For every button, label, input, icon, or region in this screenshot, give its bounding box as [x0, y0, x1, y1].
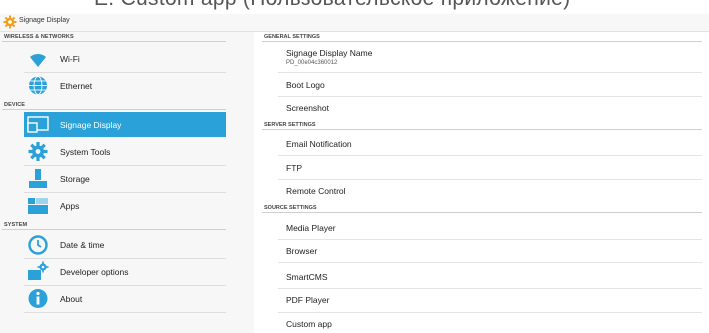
wifi-icon [30, 53, 46, 67]
app-title: Signage Display [19, 17, 70, 24]
custom-app-label: Custom app [286, 319, 332, 329]
divider [24, 312, 226, 313]
sidebar-item-apps[interactable]: Apps [24, 193, 226, 218]
boot-logo-label: Boot Logo [286, 80, 325, 90]
boot-logo-item[interactable]: Boot Logo [286, 80, 686, 90]
divider [278, 179, 702, 180]
sidebar: WIRELESS & NETWORKS Wi-Fi Ethernet DEVIC… [0, 32, 254, 333]
pdf-player-label: PDF Player [286, 295, 330, 305]
divider [278, 96, 702, 97]
sidebar-item-system-tools[interactable]: System Tools [24, 139, 226, 164]
sidebar-item-label: Storage [60, 174, 90, 184]
section-header-system: SYSTEM [4, 222, 28, 228]
sidebar-item-ethernet[interactable]: Ethernet [24, 73, 226, 98]
info-icon [28, 289, 48, 308]
sidebar-item-wifi[interactable]: Wi-Fi [24, 46, 226, 71]
sidebar-item-label: System Tools [60, 147, 111, 157]
sidebar-item-developer-options[interactable]: Developer options [24, 259, 226, 284]
clock-icon [28, 235, 48, 255]
pdf-player-item[interactable]: PDF Player [286, 295, 686, 305]
smartcms-label: SmartCMS [286, 272, 328, 282]
sidebar-item-signage-display[interactable]: Signage Display [24, 112, 226, 137]
remote-control-label: Remote Control [286, 186, 346, 196]
divider [2, 229, 226, 230]
section-header-general: GENERAL SETTINGS [264, 34, 320, 40]
section-header-device: DEVICE [4, 102, 26, 108]
top-caption-text: E. Custom app (Пользовательское приложен… [94, 0, 570, 11]
divider [262, 41, 702, 42]
smartcms-item[interactable]: SmartCMS [286, 272, 686, 282]
divider [278, 72, 702, 73]
sidebar-item-label: Developer options [60, 267, 129, 277]
gear-icon [28, 142, 48, 161]
display-icon [27, 116, 49, 133]
sidebar-item-label: Ethernet [60, 81, 93, 91]
sidebar-item-label: Signage Display [60, 120, 122, 130]
divider [2, 109, 226, 110]
media-player-label: Media Player [286, 223, 336, 233]
email-notification-item[interactable]: Email Notification [286, 139, 686, 149]
browser-item[interactable]: Browser [286, 246, 686, 256]
gear-icon [3, 15, 17, 29]
top-caption: E. Custom app (Пользовательское приложен… [0, 0, 709, 14]
signage-display-name-value: PD_00e04c360012 [286, 60, 338, 66]
divider [278, 239, 702, 240]
remote-control-item[interactable]: Remote Control [286, 186, 686, 196]
ftp-label: FTP [286, 163, 303, 173]
sidebar-item-label: Wi-Fi [60, 54, 80, 64]
divider [278, 262, 702, 263]
divider [278, 312, 702, 313]
sidebar-item-about[interactable]: About [24, 286, 226, 311]
section-header-source: SOURCE SETTINGS [264, 205, 317, 211]
divider [2, 41, 226, 42]
ethernet-icon [29, 76, 47, 95]
divider [262, 129, 702, 130]
browser-label: Browser [286, 246, 318, 256]
storage-icon [29, 169, 47, 188]
section-header-wireless: WIRELESS & NETWORKS [4, 34, 74, 40]
section-header-server: SERVER SETTINGS [264, 122, 316, 128]
divider [278, 155, 702, 156]
email-notification-label: Email Notification [286, 139, 352, 149]
sidebar-item-label: Date & time [60, 240, 105, 250]
ftp-item[interactable]: FTP [286, 163, 686, 173]
apps-icon [28, 198, 48, 214]
settings-panel: GENERAL SETTINGS Signage Display Name PD… [254, 32, 709, 333]
signage-display-name-title: Signage Display Name [286, 48, 373, 58]
sidebar-item-storage[interactable]: Storage [24, 166, 226, 191]
sidebar-item-label: Apps [60, 201, 80, 211]
sidebar-item-date-time[interactable]: Date & time [24, 232, 226, 257]
screenshot-label: Screenshot [286, 103, 329, 113]
title-bar: Signage Display [0, 14, 709, 32]
divider [278, 288, 702, 289]
signage-display-name-item[interactable]: Signage Display Name PD_00e04c360012 [286, 48, 686, 66]
media-player-item[interactable]: Media Player [286, 223, 686, 233]
developer-icon [28, 261, 49, 280]
custom-app-item[interactable]: Custom app [286, 319, 686, 329]
sidebar-item-label: About [60, 294, 83, 304]
screenshot-item[interactable]: Screenshot [286, 103, 686, 113]
divider [262, 212, 702, 213]
